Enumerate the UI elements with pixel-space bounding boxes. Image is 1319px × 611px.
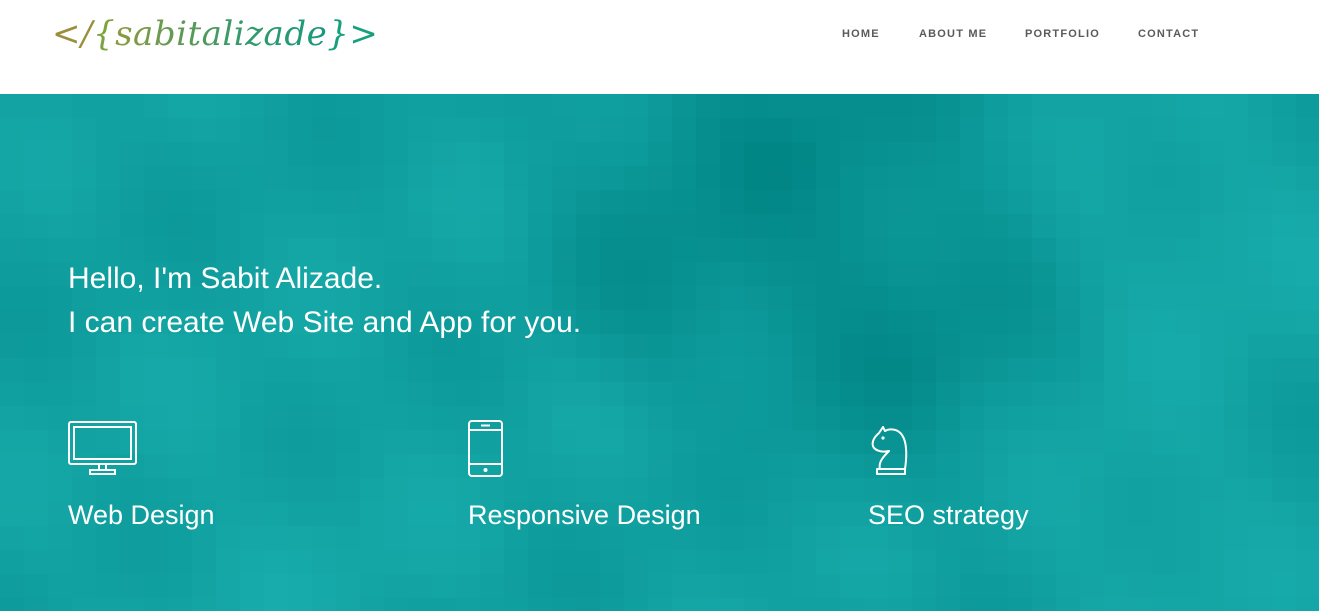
monitor-icon [68, 421, 137, 475]
smartphone-icon [468, 420, 503, 477]
hero-background-mosaic [0, 94, 1319, 611]
site-header: </{sabitalizade}> HOME ABOUT ME PORTFOLI… [0, 0, 1319, 94]
feature-label: Responsive Design [468, 500, 701, 530]
feature-web-design: Web Design [68, 418, 215, 530]
nav-item-home[interactable]: HOME [842, 28, 880, 40]
nav-item-portfolio[interactable]: PORTFOLIO [1025, 28, 1100, 40]
feature-label: SEO strategy [868, 500, 1029, 530]
chess-knight-icon [871, 426, 908, 475]
nav-item-about-me[interactable]: ABOUT ME [919, 28, 987, 40]
hero-tagline: I can create Web Site and App for you. [68, 306, 582, 339]
hero-section: Hello, I'm Sabit Alizade. I can create W… [0, 94, 1319, 611]
feature-label: Web Design [68, 500, 215, 530]
hero-title: Hello, I'm Sabit Alizade. I can create W… [68, 257, 581, 345]
main-nav: HOME ABOUT ME PORTFOLIO CONTACT [0, 28, 1319, 42]
feature-seo-strategy: SEO strategy [868, 418, 1029, 530]
nav-item-contact[interactable]: CONTACT [1138, 28, 1199, 40]
feature-responsive-design: Responsive Design [468, 418, 701, 530]
hero-greeting: Hello, I'm Sabit Alizade. [68, 262, 383, 295]
